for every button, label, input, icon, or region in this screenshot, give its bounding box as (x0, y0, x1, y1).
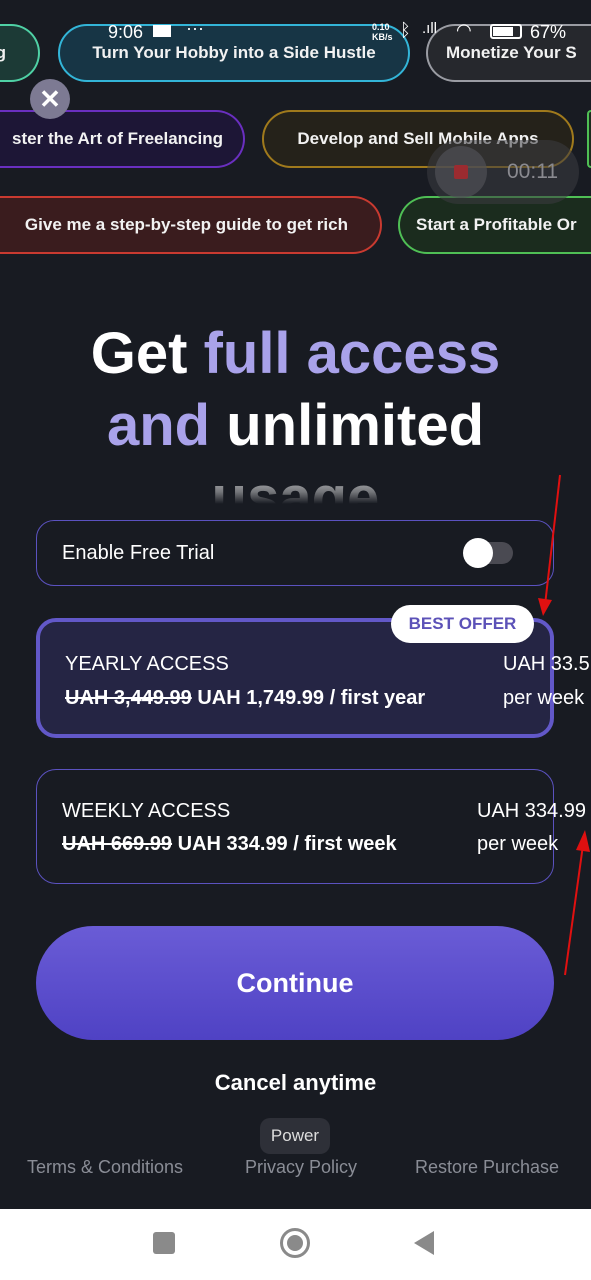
plan-price: UAH 669.99 UAH 334.99 / first week (62, 833, 397, 855)
plan-yearly[interactable]: BEST OFFER YEARLY ACCESS UAH 3,449.99 UA… (36, 605, 590, 738)
bluetooth-icon: ᛒ (400, 20, 411, 40)
plan-price: UAH 3,449.99 UAH 1,749.99 / first year (65, 687, 426, 709)
power-tooltip: Power (260, 1118, 330, 1154)
plan-title: YEARLY ACCESS (65, 653, 229, 675)
status-bar: 9:06 ··· 0.10 KB/s ᛒ .ıll ◠ 67% (0, 18, 591, 48)
stop-icon (454, 165, 468, 179)
record-timer: 00:11 (507, 160, 558, 183)
free-trial-row[interactable]: Enable Free Trial (36, 520, 554, 586)
topic-chip[interactable]: Start a Profitable Or (398, 196, 591, 254)
weekly-equivalent-price: UAH 33.5 (503, 653, 590, 675)
restore-purchase-link[interactable]: Restore Purchase (415, 1157, 559, 1178)
battery-level: 67% (530, 22, 567, 42)
best-offer-badge: BEST OFFER (391, 605, 534, 643)
free-trial-label: Enable Free Trial (62, 541, 215, 564)
close-button[interactable]: ✕ (30, 79, 70, 119)
topic-chip[interactable]: ster the Art of Freelancing (0, 110, 245, 168)
battery-icon (490, 24, 522, 39)
headline: and unlimited (106, 393, 485, 458)
cancel-anytime: Cancel anytime (214, 1070, 377, 1095)
price-unit: per week (503, 687, 585, 709)
video-camera-icon (153, 25, 171, 37)
back-button[interactable] (414, 1231, 434, 1255)
topic-chip[interactable]: Give me a step-by-step guide to get rich (0, 196, 382, 254)
privacy-link[interactable]: Privacy Policy (245, 1157, 357, 1178)
terms-link[interactable]: Terms & Conditions (27, 1157, 183, 1178)
net-speed: 0.10 KB/s (372, 22, 393, 42)
recents-button[interactable] (153, 1232, 175, 1254)
close-icon: ✕ (39, 83, 61, 114)
clock: 9:06 (108, 22, 144, 42)
plan-weekly[interactable]: WEEKLY ACCESS UAH 669.99 UAH 334.99 / fi… (36, 769, 586, 884)
continue-button[interactable]: Continue (36, 926, 554, 1040)
more-icon: ··· (186, 18, 204, 38)
free-trial-toggle[interactable] (463, 538, 513, 568)
plan-title: WEEKLY ACCESS (62, 800, 231, 822)
screen-recorder[interactable]: 00:11 (427, 140, 579, 204)
weekly-equivalent-price: UAH 334.99 (477, 800, 586, 822)
signal-icon: .ıll (422, 20, 437, 37)
price-unit: per week (477, 833, 559, 855)
wifi-icon: ◠ (456, 20, 472, 40)
stop-record-button[interactable] (435, 146, 487, 198)
headline: Get full access (90, 321, 501, 386)
system-nav-bar (0, 1209, 591, 1280)
home-button[interactable] (280, 1228, 310, 1258)
topic-chip-partial[interactable] (587, 110, 591, 168)
